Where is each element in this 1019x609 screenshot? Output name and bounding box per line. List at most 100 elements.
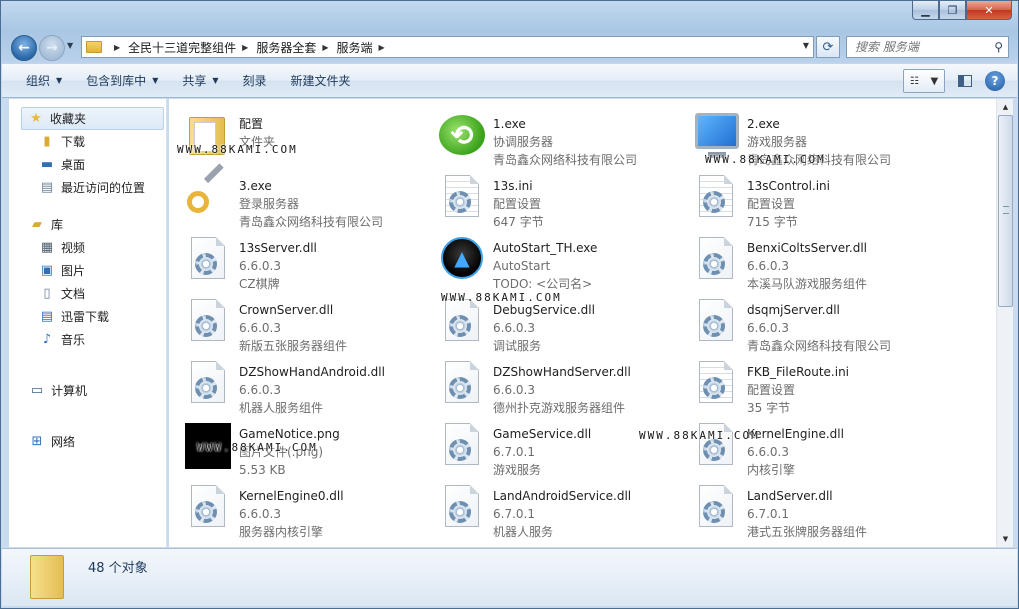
file-item[interactable]: KernelEngine0.dll 6.6.0.3 服务器内核引擎 (169, 477, 423, 539)
file-item[interactable]: MFC71u.dll (423, 539, 677, 547)
forward-button[interactable]: → (39, 35, 65, 61)
file-detail: 6.6.0.3 (239, 321, 281, 335)
chevron-right-icon[interactable]: ▶ (242, 43, 248, 52)
nav-label: 音乐 (61, 333, 86, 347)
breadcrumb-item[interactable]: 服务器全套 (256, 39, 316, 56)
folder-icon (30, 555, 64, 599)
file-name: KernelEngine0.dll (239, 489, 344, 503)
burn-button[interactable]: 刻录 (231, 69, 279, 93)
chevron-right-icon[interactable]: ▶ (379, 43, 385, 52)
file-item[interactable]: MatchService.dll (169, 539, 423, 547)
file-item[interactable]: 13sControl.ini 配置设置 715 字节 (677, 167, 931, 229)
download-icon: ▤ (40, 309, 54, 324)
key-icon (183, 173, 233, 223)
explorer-window: ▁ ❐ ✕ ← → ▼ ▶ 全民十三道完整组件 ▶ 服务器全套 ▶ 服务端 ▶ … (0, 0, 1019, 609)
scroll-down-button[interactable]: ▼ (997, 531, 1014, 547)
breadcrumb-item[interactable]: 全民十三道完整组件 (128, 39, 236, 56)
scroll-up-button[interactable]: ▲ (997, 99, 1014, 115)
file-item[interactable]: CrownServer.dll 6.6.0.3 新版五张服务器组件 (169, 291, 423, 353)
search-icon[interactable]: ⚲ (994, 40, 1003, 54)
dll-icon (183, 359, 233, 409)
chevron-down-icon: ▼ (56, 76, 63, 85)
back-button[interactable]: ← (11, 35, 37, 61)
close-button[interactable]: ✕ (966, 1, 1012, 20)
toolbar-right: ☷ ▼ ? (903, 69, 1005, 93)
file-detail: 6.7.0.1 (747, 507, 789, 521)
file-detail: 协调服务器 (493, 135, 554, 149)
item-count: 48 个对象 (88, 561, 148, 576)
folder-icon (86, 41, 102, 53)
file-item[interactable]: KernelEngine.dll 6.6.0.3 内核引擎 (677, 415, 931, 477)
nav-downloads[interactable]: ▮ 下载 (9, 130, 166, 153)
file-item[interactable]: FKB_FileRoute.ini 配置设置 35 字节 (677, 353, 931, 415)
file-name: AutoStart_TH.exe (493, 241, 598, 255)
help-button[interactable]: ? (985, 71, 1005, 91)
file-item[interactable]: ▲ AutoStart_TH.exe AutoStart TODO: <公司名> (423, 229, 677, 291)
scroll-thumb[interactable] (998, 115, 1013, 307)
file-detail: 配置设置 (493, 197, 542, 211)
address-dropdown-icon[interactable]: ▼ (803, 41, 809, 50)
file-item[interactable]: 13sServer.dll 6.6.0.3 CZ棋牌 (169, 229, 423, 291)
file-item[interactable]: 配置 文件夹 (169, 105, 423, 167)
minimize-button[interactable]: ▁ (912, 1, 939, 20)
share-label: 共享 (182, 74, 207, 88)
nav-libraries[interactable]: ▰ 库 (9, 213, 166, 236)
preview-pane-button[interactable] (953, 69, 977, 93)
file-name: GameService.dll (493, 427, 592, 441)
grip-icon (1003, 206, 1009, 214)
nav-music[interactable]: ♪ 音乐 (9, 328, 166, 351)
download-folder-icon: ▮ (43, 134, 51, 149)
nav-documents[interactable]: ▯ 文档 (9, 282, 166, 305)
nav-recent-places[interactable]: ▤ 最近访问的位置 (9, 176, 166, 199)
file-detail: AutoStart (493, 259, 551, 273)
file-detail: 6.6.0.3 (747, 321, 789, 335)
file-detail: 登录服务器 (239, 197, 300, 211)
new-folder-button[interactable]: 新建文件夹 (279, 69, 363, 93)
organize-button[interactable]: 组织 ▼ (14, 69, 74, 93)
nav-videos[interactable]: ▦ 视频 (9, 236, 166, 259)
nav-pictures[interactable]: ▣ 图片 (9, 259, 166, 282)
star-icon: ★ (30, 111, 42, 126)
config-file-icon (437, 173, 487, 223)
nav-network[interactable]: ⊞ 网络 (9, 430, 166, 453)
chevron-right-icon[interactable]: ▶ (114, 43, 120, 52)
file-item[interactable]: LandAndroidService.dll 6.7.0.1 机器人服务 (423, 477, 677, 539)
dll-icon (691, 297, 741, 347)
recent-pages-dropdown-icon[interactable]: ▼ (67, 41, 73, 50)
share-button[interactable]: 共享 ▼ (170, 69, 230, 93)
file-item[interactable]: 13s.ini 配置设置 647 字节 (423, 167, 677, 229)
file-item[interactable]: BenxiColtsServer.dll 6.6.0.3 本溪马队游戏服务组件 (677, 229, 931, 291)
file-name: CrownServer.dll (239, 303, 334, 317)
file-item[interactable]: ⟲ 1.exe 协调服务器 青岛鑫众网络科技有限公司 (423, 105, 677, 167)
file-item[interactable]: dsqmjServer.dll 6.6.0.3 青岛鑫众网络科技有限公司 (677, 291, 931, 353)
file-item[interactable]: GameService.dll 6.7.0.1 游戏服务 (423, 415, 677, 477)
file-item[interactable]: DZShowHandAndroid.dll 6.6.0.3 机器人服务组件 (169, 353, 423, 415)
nav-desktop[interactable]: ▬ 桌面 (9, 153, 166, 176)
file-text: BenxiColtsServer.dll 6.6.0.3 本溪马队游戏服务组件 (747, 229, 867, 293)
address-bar[interactable]: ▶ 全民十三道完整组件 ▶ 服务器全套 ▶ 服务端 ▶ ▼ (81, 36, 814, 58)
maximize-button[interactable]: ❐ (939, 1, 966, 20)
breadcrumb-item[interactable]: 服务端 (337, 39, 373, 56)
file-detail: 6.6.0.3 (493, 321, 535, 335)
vertical-scrollbar[interactable]: ▲ ▼ (996, 99, 1013, 547)
nav-xunlei-downloads[interactable]: ▤ 迅雷下载 (9, 305, 166, 328)
file-item[interactable]: mfc100u.dll (677, 539, 931, 547)
watermark: WWW.88KAMI.COM (705, 153, 826, 166)
file-item[interactable]: DZShowHandServer.dll 6.6.0.3 德州扑克游戏服务器组件 (423, 353, 677, 415)
include-in-library-button[interactable]: 包含到库中 ▼ (74, 69, 170, 93)
search-input[interactable] (855, 40, 985, 54)
nav-favorites[interactable]: ★ 收藏夹 (21, 107, 164, 130)
music-icon: ♪ (42, 332, 52, 347)
refresh-button[interactable]: ⟳ (816, 36, 840, 58)
search-box[interactable]: ⚲ (846, 36, 1009, 58)
file-name: 2.exe (747, 117, 780, 131)
file-text: 1.exe 协调服务器 青岛鑫众网络科技有限公司 (493, 105, 637, 169)
new-folder-label: 新建文件夹 (290, 74, 351, 88)
file-item[interactable]: 3.exe 登录服务器 青岛鑫众网络科技有限公司 (169, 167, 423, 229)
change-view-button[interactable]: ☷ ▼ (903, 69, 945, 93)
file-item[interactable]: LandServer.dll 6.7.0.1 港式五张牌服务器组件 (677, 477, 931, 539)
chevron-right-icon[interactable]: ▶ (322, 43, 328, 52)
nav-computer[interactable]: ▭ 计算机 (9, 379, 166, 402)
